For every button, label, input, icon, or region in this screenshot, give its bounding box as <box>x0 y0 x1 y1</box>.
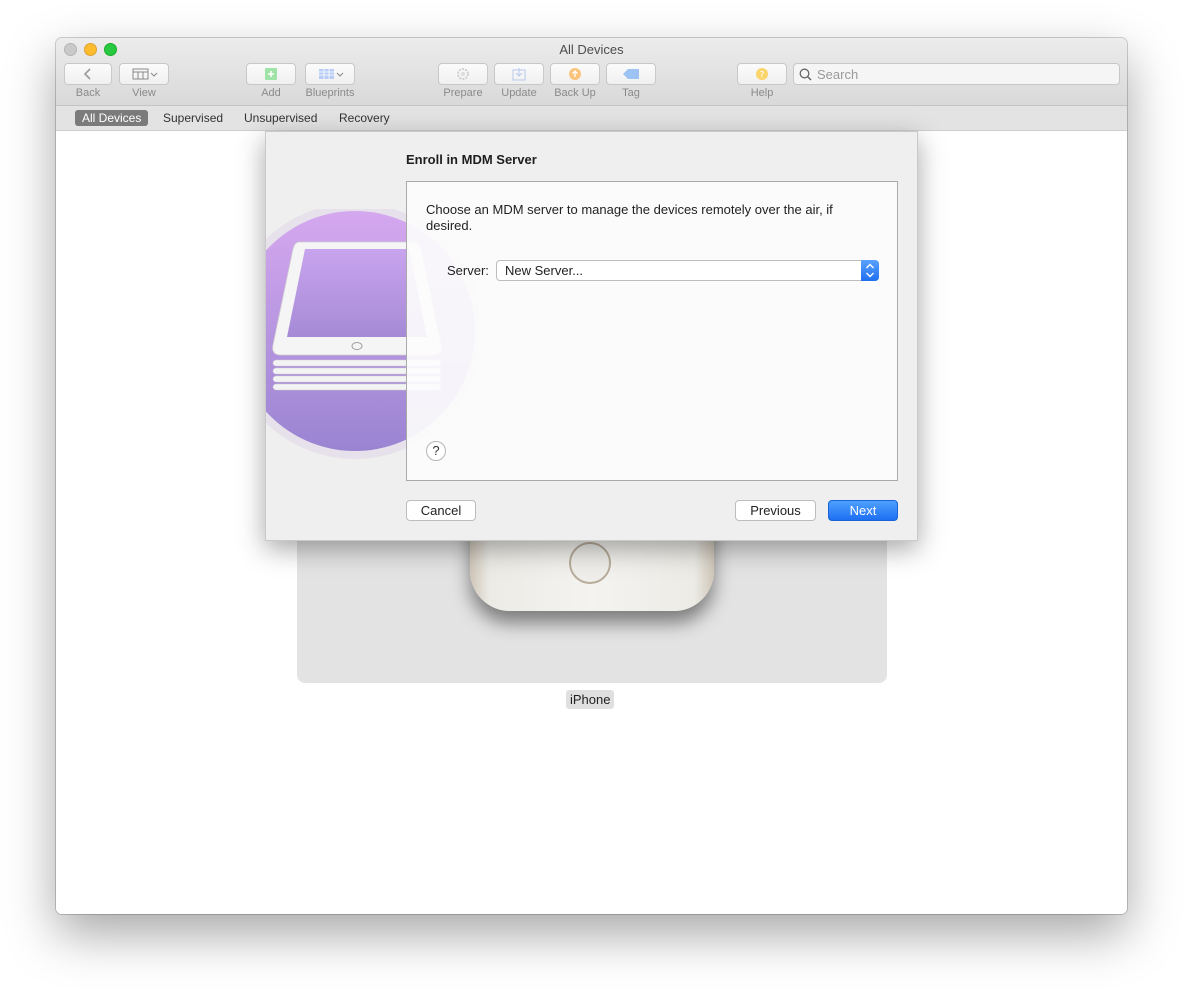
server-select-value: New Server... <box>505 263 584 278</box>
search-icon <box>799 68 812 81</box>
backup-label: Back Up <box>554 87 596 99</box>
blueprints-button[interactable] <box>305 63 355 85</box>
search-placeholder: Search <box>817 67 859 82</box>
select-arrows-icon <box>861 260 879 281</box>
scope-recovery[interactable]: Recovery <box>332 110 397 126</box>
update-icon <box>512 68 526 81</box>
next-button[interactable]: Next <box>828 500 898 521</box>
server-label: Server: <box>447 263 489 278</box>
window-title: All Devices <box>559 42 624 57</box>
sheet-description: Choose an MDM server to manage the devic… <box>426 202 833 233</box>
home-button-graphic <box>569 542 611 584</box>
gear-icon <box>457 68 469 80</box>
chevron-left-icon <box>83 68 91 80</box>
enroll-mdm-sheet: Enroll in MDM Server Choose an MDM serve… <box>265 131 918 541</box>
backup-icon <box>569 68 581 80</box>
update-label: Update <box>501 87 537 99</box>
update-button[interactable] <box>494 63 544 85</box>
view-grid-icon <box>132 68 158 80</box>
toolbar: All Devices Back View Add Blueprints Pre… <box>56 38 1127 106</box>
back-label: Back <box>75 87 101 99</box>
search-input[interactable]: Search <box>793 63 1120 85</box>
tag-icon <box>623 69 639 79</box>
scope-supervised[interactable]: Supervised <box>156 110 230 126</box>
device-name[interactable]: iPhone <box>566 690 615 709</box>
help-button[interactable]: ? <box>737 63 787 85</box>
backup-button[interactable] <box>550 63 600 85</box>
blueprints-icon <box>319 69 344 79</box>
tag-button[interactable] <box>606 63 656 85</box>
back-button[interactable] <box>64 63 112 85</box>
add-button[interactable] <box>246 63 296 85</box>
tag-label: Tag <box>622 87 640 99</box>
blueprints-label: Blueprints <box>305 87 355 99</box>
server-select[interactable]: New Server... <box>496 260 879 281</box>
view-button[interactable] <box>119 63 169 85</box>
prepare-label: Prepare <box>443 87 483 99</box>
view-label: View <box>132 87 156 99</box>
help-button-round[interactable]: ? <box>426 441 446 461</box>
sheet-panel: Choose an MDM server to manage the devic… <box>406 181 898 481</box>
sheet-title: Enroll in MDM Server <box>406 152 537 167</box>
add-label: Add <box>261 87 281 99</box>
svg-text:?: ? <box>760 71 765 81</box>
add-icon <box>265 68 277 80</box>
cancel-button[interactable]: Cancel <box>406 500 476 521</box>
prepare-button[interactable] <box>438 63 488 85</box>
help-icon: ? <box>756 68 768 81</box>
previous-button[interactable]: Previous <box>735 500 816 521</box>
scope-all-devices[interactable]: All Devices <box>75 110 149 126</box>
scope-unsupervised[interactable]: Unsupervised <box>237 110 324 126</box>
help-label: Help <box>750 87 774 99</box>
scope-bar: All Devices Supervised Unsupervised Reco… <box>56 106 1127 131</box>
